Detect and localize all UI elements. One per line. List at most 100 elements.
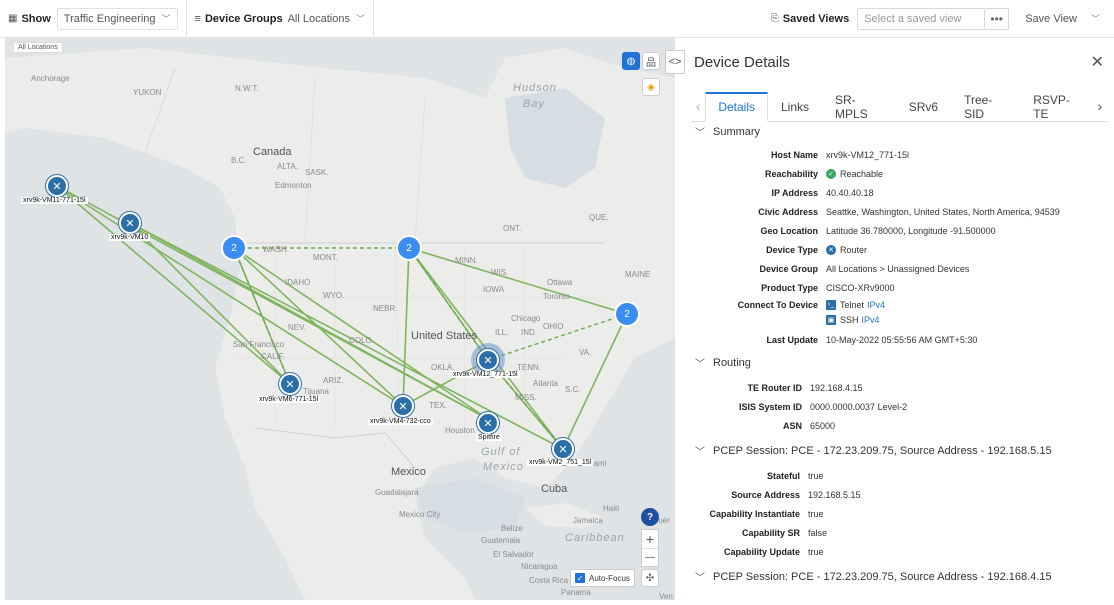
router-icon[interactable]: ✕ — [477, 412, 499, 434]
tab-srv6[interactable]: SRv6 — [896, 91, 951, 121]
saved-view-input[interactable] — [857, 7, 986, 30]
map-label-cuba: Cuba — [541, 483, 568, 495]
field-label: Source Address — [731, 489, 800, 500]
zoom-out-button[interactable]: — — [642, 548, 658, 566]
cluster-marker[interactable]: 2 — [614, 301, 640, 327]
field-row: IP Address 40.40.40.18 — [685, 183, 1114, 202]
telnet-ipv4-link[interactable]: IPv4 — [867, 300, 885, 310]
reachability-value: ✓ Reachable — [826, 168, 884, 179]
show-filter[interactable]: ▦ Show Traffic Engineering ﹀ — [0, 0, 187, 37]
panel-title: Device Details — [694, 54, 790, 71]
ip-address-value: 40.40.40.18 — [826, 187, 874, 198]
layers-button[interactable]: ◈ — [642, 78, 660, 96]
saved-views: ⎘ Saved Views ••• Save View ﹀ — [763, 0, 1114, 37]
routing-section-header[interactable]: ﹀ Routing — [695, 355, 1114, 371]
cluster-marker[interactable]: 2 — [396, 235, 422, 261]
router-icon[interactable]: ✕ — [279, 373, 301, 395]
show-value: Traffic Engineering — [63, 12, 156, 25]
chevron-down-icon: ﹀ — [695, 573, 705, 584]
capability-sr-value: false — [808, 527, 828, 538]
asn-value: 65000 — [810, 420, 836, 431]
router-icon[interactable]: ✕ — [392, 395, 414, 417]
map-label-sask: SASK. — [305, 168, 329, 177]
pcep-session-header[interactable]: ﹀ PCEP Session: PCE - 172.23.209.75, Sou… — [695, 569, 1114, 585]
close-icon[interactable]: ✕ — [1091, 52, 1104, 72]
tab-details[interactable]: Details — [705, 92, 768, 122]
map-label-sf: San Francisco — [233, 340, 285, 349]
field-row: Geo Location Latitude 36.780000, Longitu… — [685, 221, 1114, 240]
tab-sr-mpls[interactable]: SR-MPLS — [822, 91, 896, 121]
auto-focus-label: Auto-Focus — [589, 573, 630, 583]
show-label: Show — [21, 12, 51, 25]
terminal-icon: ›_ — [826, 299, 836, 310]
map-label-ont: ONT. — [503, 224, 522, 233]
auto-focus-toggle[interactable]: ✓ Auto-Focus — [570, 569, 635, 587]
device-type-value: ✕ Router — [826, 244, 868, 255]
field-row: Stateful true — [685, 466, 1114, 485]
field-row: Capability SR false — [685, 523, 1114, 542]
chevron-down-icon: ﹀ — [695, 447, 705, 458]
device-group-value: All Locations > Unassigned Devices — [826, 263, 970, 274]
map-breadcrumb[interactable]: All Locations — [13, 42, 63, 53]
save-view-button[interactable]: Save View ﹀ — [1019, 12, 1106, 25]
zoom-in-button[interactable]: + — [642, 530, 658, 548]
summary-section-header[interactable]: ﹀ Summary — [695, 124, 1114, 140]
ssh-ipv4-link[interactable]: IPv4 — [862, 315, 880, 325]
device-type-text: Router — [840, 244, 868, 255]
map-label-tijuana: Tijuana — [303, 387, 329, 396]
globe-view-button[interactable]: ◍ — [622, 52, 640, 70]
routing-title: Routing — [713, 356, 751, 369]
node-label-vm2: xrv9k-VM2_751_15l — [527, 459, 594, 466]
chevron-left-icon[interactable]: ‹ — [691, 91, 705, 121]
device-groups-value: All Locations — [287, 12, 350, 25]
tab-links[interactable]: Links — [768, 91, 822, 121]
telnet-label: Telnet — [840, 299, 865, 310]
save-view-label: Save View — [1025, 12, 1077, 25]
recenter-icon[interactable]: ✣ — [641, 569, 659, 587]
show-select[interactable]: Traffic Engineering ﹀ — [56, 7, 178, 30]
router-icon[interactable]: ✕ — [477, 349, 499, 371]
field-label: Product Type — [761, 282, 818, 293]
show-icon: ▦ — [8, 13, 18, 24]
map-label-mont: MONT. — [313, 253, 338, 262]
field-label: IP Address — [771, 187, 818, 198]
geo-location-value: Latitude 36.780000, Longitude -91.500000 — [826, 225, 996, 236]
field-row: Product Type CISCO-XRv9000 — [685, 278, 1114, 297]
router-icon[interactable]: ✕ — [46, 175, 68, 197]
map-label-ind: IND. — [521, 328, 537, 337]
router-icon[interactable]: ✕ — [119, 212, 141, 234]
map-label-wyo: WYO. — [323, 291, 345, 300]
chevron-down-icon: ﹀ — [355, 14, 365, 24]
chevron-down-icon: ﹀ — [695, 359, 705, 370]
topology-view-button[interactable]: 品 — [642, 52, 660, 70]
map-label-gulf: Gulf of — [481, 446, 521, 458]
field-label: Capability Instantiate — [709, 508, 800, 519]
product-type-value: CISCO-XRv9000 — [826, 282, 895, 293]
zoom-controls: + — — [641, 529, 659, 567]
map-label-tenn: TENN. — [517, 363, 541, 372]
chevron-right-icon[interactable]: › — [1093, 91, 1107, 121]
panel-toggle-button[interactable]: <> — [665, 50, 685, 74]
field-row: Capability Update true — [685, 542, 1114, 561]
cluster-marker[interactable]: 2 — [221, 235, 247, 261]
lock-icon: ▣ — [826, 314, 836, 325]
field-label: Capability SR — [741, 527, 800, 538]
device-groups-filter[interactable]: ≡ Device Groups All Locations ﹀ — [187, 0, 374, 37]
reachability-text: Reachable — [840, 168, 884, 179]
field-row: Civic Address Seattke, Washington, Unite… — [685, 202, 1114, 221]
map-label-caribbean: Caribbean — [565, 532, 625, 544]
list-icon: ≡ — [194, 12, 201, 25]
topology-map[interactable]: All Locations Anchorage YUKON N.W.T. Can… — [5, 38, 675, 600]
map-label-idaho: IDAHO — [285, 278, 311, 287]
map-label-panama: Panama — [561, 588, 591, 597]
code-brackets-icon: <> — [668, 56, 682, 68]
tab-rsvp-te[interactable]: RSVP-TE — [1020, 91, 1093, 121]
more-options-button[interactable]: ••• — [985, 7, 1010, 30]
help-icon[interactable]: ? — [641, 508, 659, 526]
router-icon[interactable]: ✕ — [552, 438, 574, 460]
pcep-session-header[interactable]: ﹀ PCEP Session: PCE - 172.23.209.75, Sou… — [695, 443, 1114, 459]
map-label-bay: Bay — [523, 98, 545, 110]
chevron-down-icon: ﹀ — [161, 14, 171, 24]
map-label-yukon: YUKON — [133, 88, 162, 97]
tab-tree-sid[interactable]: Tree-SID — [951, 91, 1020, 121]
